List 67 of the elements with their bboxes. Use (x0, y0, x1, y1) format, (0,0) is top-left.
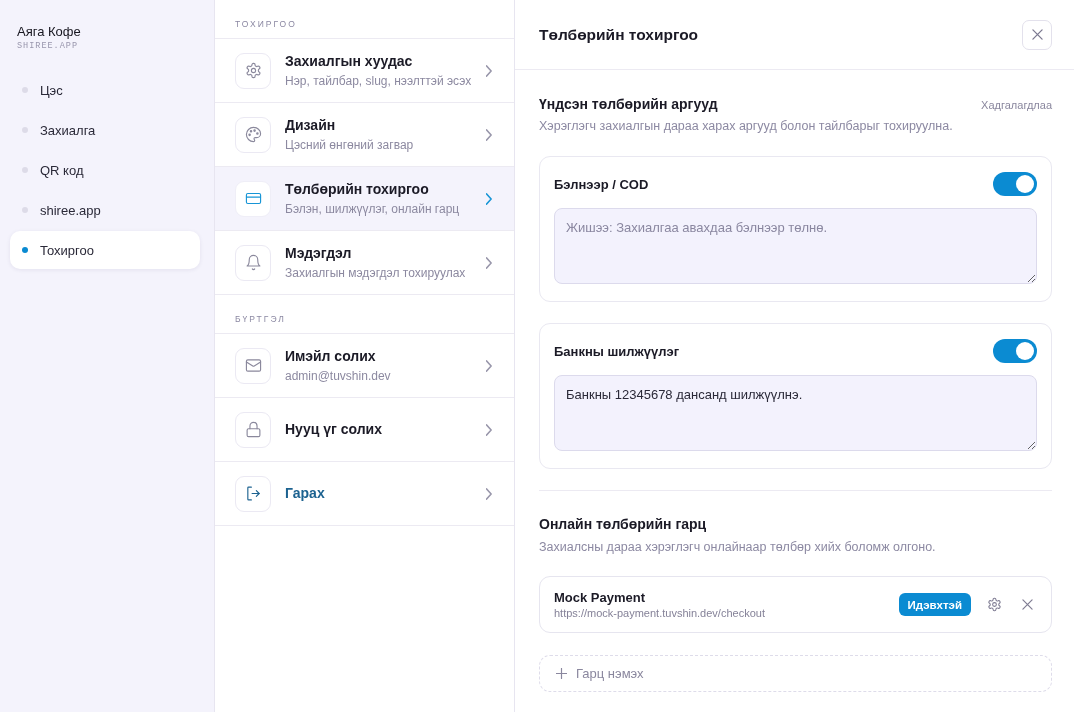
settings-row[interactable]: Нууц үг солих (215, 398, 514, 462)
nav-item[interactable]: Тохиргоо (10, 231, 200, 269)
row-subtitle: Захиалгын мэдэгдэл тохируулах (285, 265, 466, 281)
row-subtitle: Нэр, тайлбар, slug, нээлттэй эсэх (285, 73, 472, 89)
envelope-icon (235, 347, 271, 384)
row-title: Нууц үг солих (285, 421, 382, 438)
exit-icon (235, 475, 271, 512)
section-label: БҮРТГЭЛ (235, 314, 286, 324)
row-title: Төлбөрийн тохиргоо (285, 180, 429, 198)
toggle-switch[interactable] (993, 172, 1037, 196)
nav-item[interactable]: QR код (10, 151, 200, 189)
palette-icon (235, 116, 271, 153)
lock-icon (235, 411, 271, 448)
settings-row[interactable]: Захиалгын хуудас Нэр, тайлбар, slug, нээлттэй эсэх (215, 39, 514, 103)
add-gateway-button[interactable]: Гарц нэмэх (539, 655, 1052, 692)
toggle-switch[interactable] (993, 339, 1037, 363)
brand-domain: SHIREE.APP (17, 41, 78, 52)
close-button[interactable] (1022, 19, 1052, 50)
gateway-url: https://mock-payment.tuvshin.dev/checkout (554, 605, 765, 620)
note-field[interactable]: Банкны 12345678 дансанд шилжүүлнэ. (554, 375, 1037, 451)
row-title: Имэйл солих (285, 347, 376, 365)
chevron-icon (486, 423, 492, 436)
note-field[interactable]: Жишээ: Захиалгаа авахдаа бэлнээр төлнө. (554, 208, 1037, 284)
nav-item[interactable]: shiree.app (10, 191, 200, 229)
section-label: ТОХИРГОО (235, 19, 297, 29)
bell-icon (235, 244, 271, 281)
bullet-dot-icon (22, 167, 28, 173)
section-description: Захиалсны дараа хэрэглэгч онлайнаар төлбөр хийх боломж олгоно. (539, 539, 937, 555)
row-subtitle: Бэлэн, шилжүүлэг, онлайн гарц (285, 201, 460, 217)
panel-title: Төлбөрийн тохиргоо (539, 24, 699, 45)
bullet-dot-icon (22, 87, 28, 93)
row-subtitle: admin@tuvshin.dev (285, 368, 391, 384)
nav-item[interactable]: Захиалга (10, 111, 200, 149)
bullet-dot-icon (22, 207, 28, 213)
bullet-dot-icon (22, 247, 28, 253)
chevron-icon (486, 64, 492, 77)
gateway-name: Mock Payment (554, 589, 646, 606)
row-subtitle: Цэсний өнгөний загвар (285, 137, 414, 153)
close-icon (1031, 29, 1043, 40)
chevron-icon (486, 359, 492, 372)
row-title: Захиалгын хуудас (285, 52, 413, 70)
credit-card-icon (235, 180, 271, 217)
brand-name: Аяга Кофе (17, 24, 81, 40)
settings-icon[interactable] (987, 597, 1002, 612)
row-title: Дизайн (285, 116, 336, 134)
plus-icon (556, 668, 567, 679)
chevron-icon (486, 487, 492, 500)
method-name: Бэлнээр / COD (554, 176, 649, 192)
bullet-dot-icon (22, 127, 28, 133)
chevron-icon (486, 128, 492, 141)
settings-row[interactable]: Мэдэгдэл Захиалгын мэдэгдэл тохируулах (215, 231, 514, 295)
nav-item[interactable]: Цэс (10, 71, 200, 109)
settings-row[interactable]: Гарах (215, 462, 514, 526)
row-title: Гарах (285, 485, 325, 502)
settings-row[interactable]: Имэйл солих admin@tuvshin.dev (215, 334, 514, 398)
save-status: Хадгалагдлаа (981, 99, 1052, 111)
chevron-icon (486, 192, 492, 205)
close-icon[interactable] (1022, 599, 1033, 610)
row-title: Мэдэгдэл (285, 244, 352, 262)
settings-row[interactable]: Төлбөрийн тохиргоо Бэлэн, шилжүүлэг, онлайн гарц (215, 167, 514, 231)
chevron-icon (486, 256, 492, 269)
section-title: Үндсэн төлбөрийн аргууд (539, 96, 718, 112)
section-title: Онлайн төлбөрийн гарц (539, 516, 707, 532)
status-badge[interactable]: Идэвхтэй (898, 593, 971, 616)
section-description: Хэрэглэгч захиалгын дараа харах аргууд болон тайлбарыг тохируулна. (539, 118, 954, 134)
gear-icon (235, 52, 271, 89)
method-name: Банкны шилжүүлэг (554, 343, 680, 359)
